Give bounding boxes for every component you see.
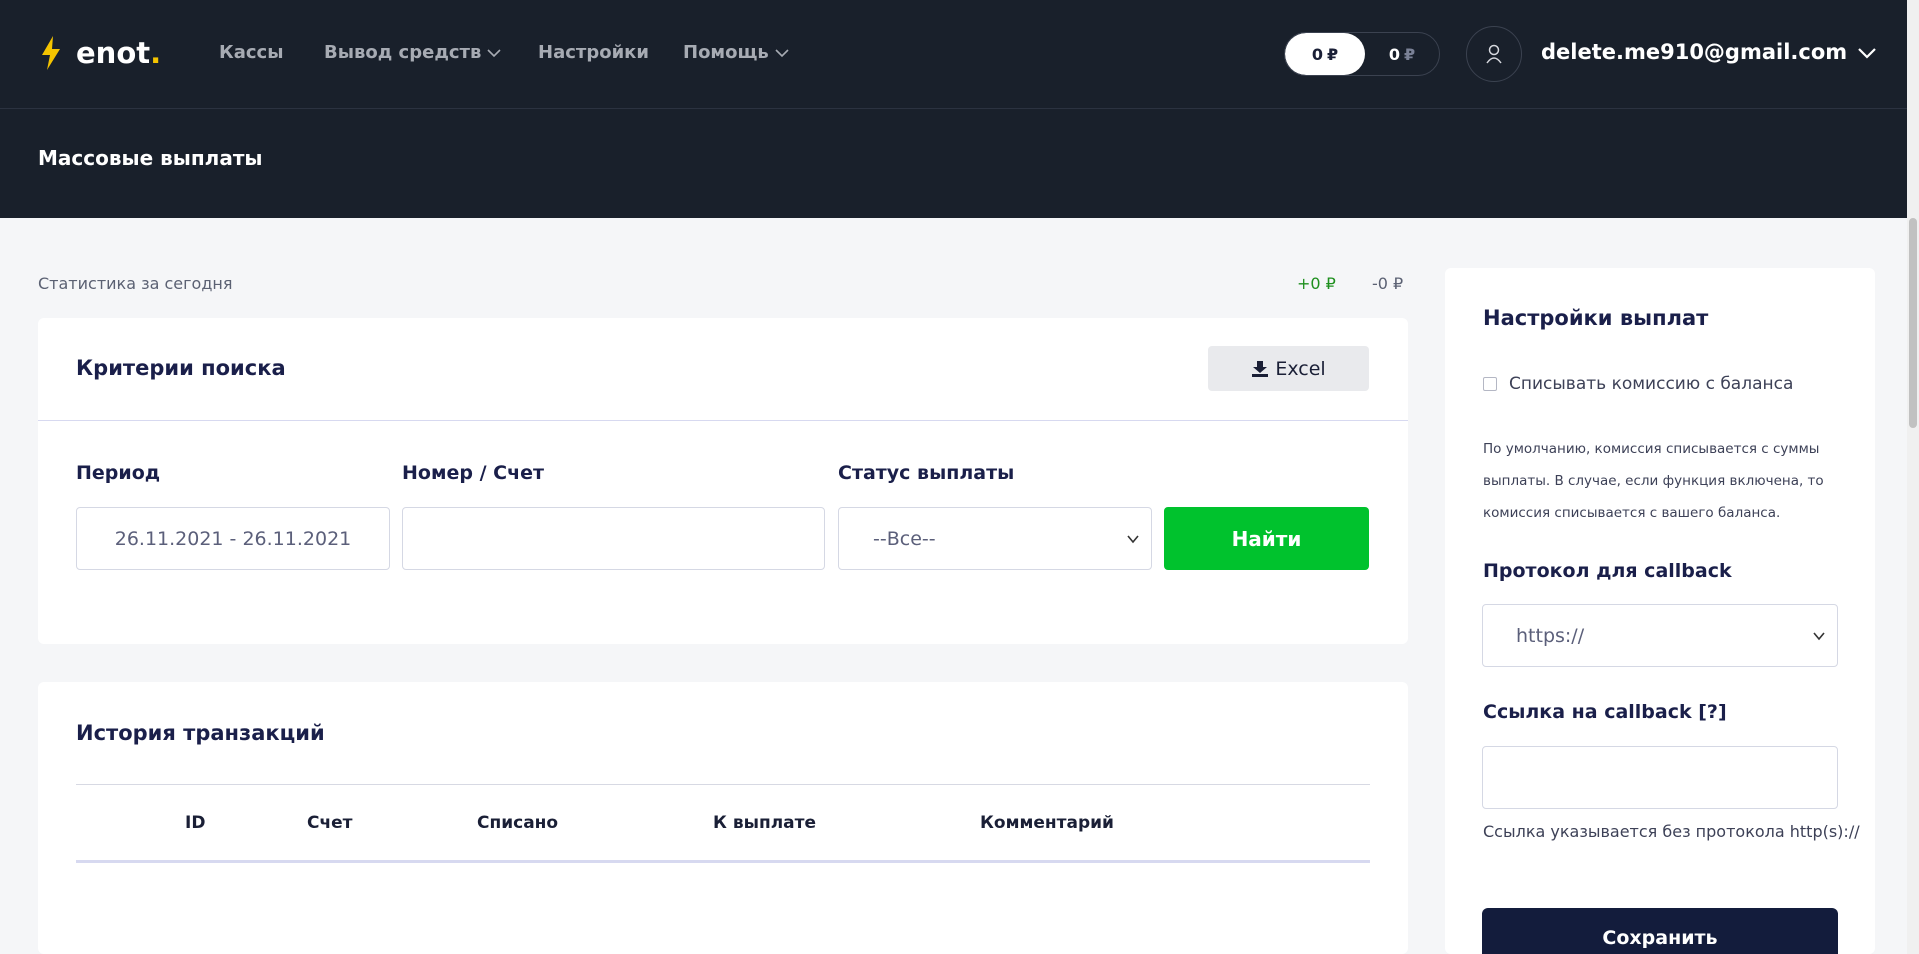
status-value: --Все--: [873, 527, 936, 550]
table-header-divider: [76, 860, 1370, 863]
callback-url-input[interactable]: [1482, 746, 1838, 809]
lightning-icon: [42, 36, 60, 70]
avatar[interactable]: [1466, 26, 1522, 82]
nav-item-withdrawal[interactable]: Вывод средств: [324, 42, 501, 63]
callback-url-note: Ссылка указывается без протокола http(s)…: [1483, 822, 1860, 841]
balance-switcher[interactable]: 0 ₽ 0 ₽: [1284, 32, 1440, 76]
column-header-comment[interactable]: Комментарий: [980, 813, 1114, 833]
number-label: Номер / Счет: [402, 462, 545, 484]
scrollbar[interactable]: [1907, 0, 1919, 954]
status-label: Статус выплаты: [838, 462, 1015, 484]
balance-primary[interactable]: 0 ₽: [1285, 33, 1365, 75]
transaction-history-title: История транзакций: [76, 721, 325, 745]
save-button-label: Сохранить: [1602, 927, 1718, 949]
commission-hint: По умолчанию, комиссия списывается с сум…: [1483, 441, 1824, 521]
period-label: Период: [76, 462, 161, 484]
chevron-down-icon[interactable]: [1857, 46, 1877, 60]
nav-item-label: Настройки: [538, 42, 650, 63]
user-icon: [1486, 44, 1502, 64]
find-button[interactable]: Найти: [1164, 507, 1369, 570]
top-navigation: enot. Кассы Вывод средств Настройки Помо…: [0, 0, 1919, 109]
divider: [38, 420, 1408, 421]
nav-item-label: Помощь: [683, 42, 769, 63]
callback-protocol-select[interactable]: https://: [1482, 604, 1838, 667]
divider: [76, 784, 1370, 785]
stats-label: Статистика за сегодня: [38, 274, 233, 293]
balance-secondary[interactable]: 0 ₽: [1365, 33, 1439, 75]
number-account-input[interactable]: [402, 507, 825, 570]
nav-item-label: Вывод средств: [324, 42, 482, 63]
commission-checkbox[interactable]: [1483, 377, 1497, 391]
scrollbar-thumb[interactable]: [1909, 218, 1917, 428]
nav-item-help[interactable]: Помощь: [683, 42, 789, 63]
chevron-down-icon: [1813, 632, 1825, 641]
callback-protocol-label: Протокол для callback: [1483, 560, 1732, 582]
column-header-to-pay[interactable]: К выплате: [713, 813, 816, 833]
commission-checkbox-row[interactable]: Списывать комиссию с баланса: [1483, 374, 1793, 394]
nav-item-label: Кассы: [219, 42, 284, 63]
period-value: 26.11.2021 - 26.11.2021: [114, 527, 352, 550]
logo[interactable]: enot.: [40, 36, 161, 70]
excel-export-label: Excel: [1275, 357, 1326, 380]
stats-income: +0 ₽: [1297, 274, 1336, 293]
nav-item-settings[interactable]: Настройки: [538, 42, 649, 63]
account-email[interactable]: delete.me910@gmail.com: [1541, 40, 1847, 64]
download-icon: [1252, 360, 1269, 377]
currency-symbol: ₽: [1327, 44, 1339, 64]
balance-secondary-value: 0: [1388, 44, 1400, 64]
period-date-range-input[interactable]: 26.11.2021 - 26.11.2021: [76, 507, 390, 570]
chevron-down-icon: [1127, 535, 1139, 544]
chevron-down-icon: [487, 48, 501, 57]
status-select[interactable]: --Все--: [838, 507, 1152, 570]
save-button[interactable]: Сохранить: [1482, 908, 1838, 954]
chevron-down-icon: [775, 48, 789, 57]
column-header-id[interactable]: ID: [185, 813, 205, 833]
nav-item-kassy[interactable]: Кассы: [219, 42, 283, 63]
excel-export-button[interactable]: Excel: [1208, 346, 1369, 391]
balance-primary-value: 0: [1311, 44, 1323, 64]
find-button-label: Найти: [1231, 526, 1302, 551]
search-criteria-title: Критерии поиска: [76, 356, 286, 380]
logo-text: enot: [76, 36, 151, 70]
header: enot. Кассы Вывод средств Настройки Помо…: [0, 0, 1919, 218]
payout-settings-title: Настройки выплат: [1483, 306, 1709, 330]
commission-checkbox-label: Списывать комиссию с баланса: [1509, 374, 1794, 394]
stats-expense: -0 ₽: [1372, 274, 1404, 293]
page-title: Массовые выплаты: [38, 146, 263, 170]
logo-dot: .: [150, 36, 162, 70]
callback-url-label[interactable]: Ссылка на callback [?]: [1483, 701, 1727, 723]
callback-protocol-value: https://: [1516, 624, 1585, 647]
column-header-debited[interactable]: Списано: [477, 813, 558, 833]
currency-symbol: ₽: [1404, 44, 1416, 64]
column-header-account[interactable]: Счет: [307, 813, 353, 833]
